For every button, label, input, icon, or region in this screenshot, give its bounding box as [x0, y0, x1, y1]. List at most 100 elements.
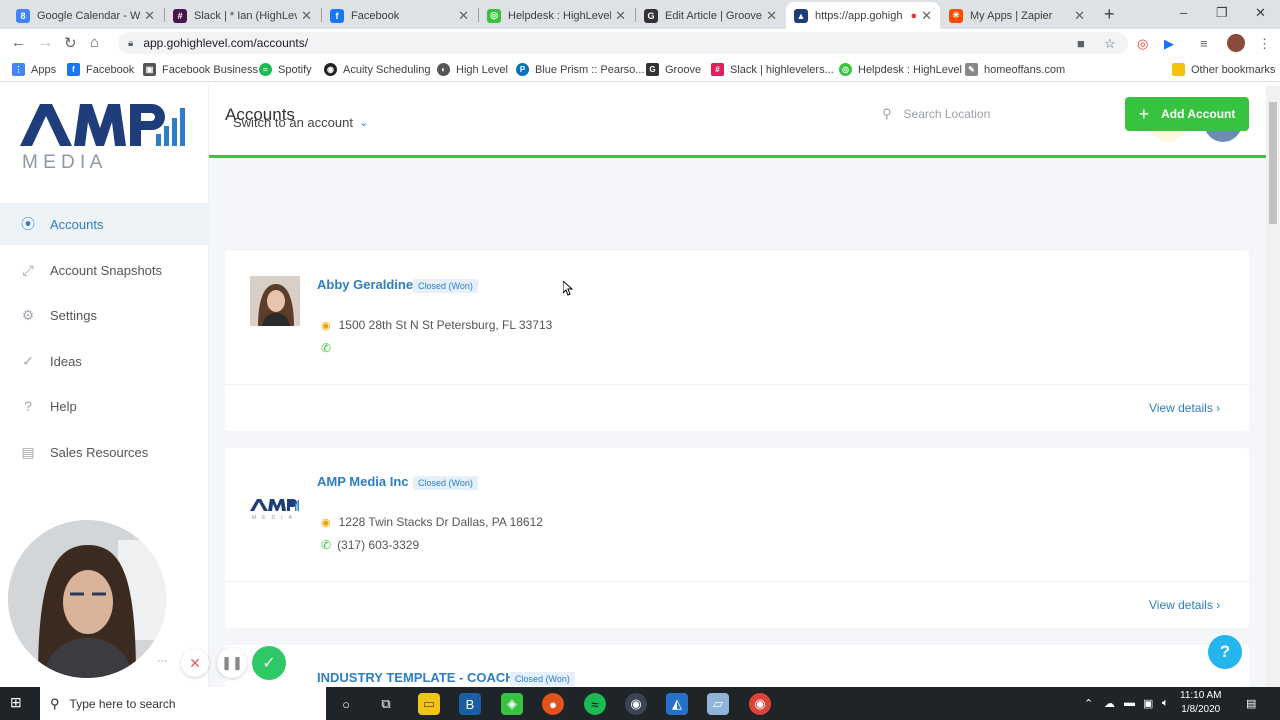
bookmark-slack[interactable]: # Slack | highlevelers... — [711, 63, 834, 76]
bookmark-label: Helpdesk : HighLevel — [858, 63, 962, 76]
system-clock[interactable]: 11:10 AM 1/8/2020 — [1180, 689, 1222, 717]
card-divider — [225, 581, 1249, 582]
more-options-icon[interactable]: ⋯ — [153, 652, 171, 670]
sidebar-item-ideas[interactable]: ✓ Ideas — [0, 340, 209, 382]
maximize-icon[interactable]: ❐ — [1216, 5, 1228, 21]
app-orange-icon[interactable]: ● — [542, 693, 564, 715]
sidebar-item-help[interactable]: ? Help — [0, 385, 209, 427]
tab-helpdesk[interactable]: ◎ Helpdesk : HighLevel ✕ — [479, 2, 634, 29]
new-tab-button[interactable]: + — [1104, 4, 1115, 25]
account-name[interactable]: Abby Geraldine — [317, 277, 413, 292]
helpdesk-icon: ◎ — [839, 63, 852, 76]
amp-media-logo[interactable]: M E D I A — [20, 104, 190, 174]
close-icon[interactable]: ✕ — [301, 8, 312, 24]
app-b-icon[interactable]: B — [459, 693, 481, 715]
account-photo[interactable] — [250, 276, 300, 326]
sidebar-item-accounts[interactable]: ⦿ Accounts — [0, 203, 209, 245]
sidebar-item-label: Account Snapshots — [50, 262, 163, 278]
address-text: 1228 Twin Stacks Dr Dallas, PA 18612 — [338, 515, 543, 529]
windows-start-icon[interactable]: ⊞ — [10, 694, 22, 711]
app-blue-icon[interactable]: ◭ — [666, 693, 688, 715]
forward-arrow-icon[interactable]: → — [38, 34, 53, 51]
extension-icon[interactable]: ◎ — [1137, 36, 1148, 52]
play-extension-icon[interactable]: ▶ — [1164, 36, 1174, 52]
bookmark-helpdesk[interactable]: ◎ Helpdesk : HighLevel — [839, 63, 962, 76]
cloud-icon[interactable]: ☁ — [1104, 697, 1115, 710]
bookmark-blue-prism[interactable]: P Blue Prism :: Pearso... — [516, 63, 644, 76]
task-view-icon[interactable]: ⧉ — [375, 693, 397, 715]
top-header: Switch to an account ⌄ ☰ AM — [209, 86, 1280, 158]
star-icon[interactable]: ☆ — [1104, 36, 1116, 52]
bookmark-spotify[interactable]: ≈ Spotify — [259, 63, 312, 76]
notification-center-icon[interactable]: ▤ — [1246, 697, 1256, 710]
taskbar-search-placeholder: Type here to search — [69, 696, 176, 711]
close-icon[interactable]: ✕ — [1074, 8, 1085, 24]
shield-icon[interactable]: ◈ — [501, 693, 523, 715]
network-icon[interactable]: ▣ — [1143, 697, 1153, 710]
back-arrow-icon[interactable]: ← — [11, 34, 26, 51]
gear-icon: ⚙ — [21, 306, 35, 323]
file-explorer-icon[interactable]: ▭ — [418, 693, 440, 715]
account-address: ◉ 1500 28th St N St Petersburg, FL 33713 — [321, 318, 552, 332]
account-name[interactable]: INDUSTRY TEMPLATE - COACH — [317, 670, 515, 685]
view-details-link[interactable]: View details › — [1149, 401, 1220, 415]
bookmark-acuity[interactable]: ◉ Acuity Scheduling — [324, 63, 430, 76]
tab-gohighlevel-active[interactable]: ▲ https://app.gohigh ● ✕ — [786, 2, 940, 29]
acuity-icon: ◉ — [324, 63, 337, 76]
page-scrollbar[interactable] — [1266, 86, 1280, 687]
close-icon[interactable]: ✕ — [766, 8, 777, 24]
cortana-icon[interactable]: ○ — [335, 693, 357, 715]
pause-recording-button[interactable]: ❚❚ — [217, 648, 247, 678]
taskbar-search[interactable]: ⚲ Type here to search — [40, 687, 326, 720]
tab-slack[interactable]: # Slack | * Ian (HighLevel ✕ — [165, 2, 320, 29]
chrome-alt-icon[interactable]: ◉ — [749, 693, 771, 715]
scrollbar-thumb[interactable] — [1269, 102, 1277, 224]
tab-google-calendar[interactable]: 8 Google Calendar - We ✕ — [8, 2, 163, 29]
tray-chevron-icon[interactable]: ⌃ — [1084, 697, 1093, 710]
media-icon[interactable]: ≡ — [1200, 36, 1208, 51]
volume-icon[interactable]: 🔈︎ — [1162, 697, 1169, 710]
phone-text[interactable]: (317) 603-3329 — [337, 538, 419, 552]
finish-recording-button[interactable]: ✓ — [252, 646, 286, 680]
bookmark-homeoffans[interactable]: ✎ homeoffans.com — [965, 63, 1065, 76]
help-chat-button[interactable]: ? — [1208, 635, 1242, 669]
close-icon[interactable]: ✕ — [458, 8, 469, 24]
bookmark-other[interactable]: Other bookmarks — [1172, 63, 1275, 76]
close-icon[interactable]: ✕ — [144, 8, 155, 24]
minimize-icon[interactable]: – — [1180, 5, 1187, 20]
bookmark-facebook[interactable]: f Facebook — [67, 63, 134, 76]
view-details-link[interactable]: View details › — [1149, 598, 1220, 612]
home-icon[interactable]: ⌂ — [90, 34, 99, 51]
tab-groove[interactable]: G Edit Article | Groove ✕ — [636, 2, 785, 29]
clock-date: 1/8/2020 — [1181, 704, 1221, 715]
cancel-recording-button[interactable]: ✕ — [181, 649, 209, 677]
webcam-bubble[interactable] — [8, 520, 166, 678]
webcam-feed — [8, 520, 166, 678]
spotify-icon[interactable]: ≈ — [584, 693, 606, 715]
account-photo[interactable]: MEDIA — [250, 473, 300, 523]
battery-icon[interactable]: ▬ — [1124, 697, 1135, 709]
tab-facebook[interactable]: f Facebook ✕ — [322, 2, 477, 29]
window-close-icon[interactable]: ✕ — [1255, 5, 1266, 21]
notepad-icon[interactable]: ▱ — [707, 693, 729, 715]
url-field[interactable]: 🔒︎ app.gohighlevel.com/accounts/ — [118, 32, 1128, 54]
bookmark-groove[interactable]: G Groove — [646, 63, 701, 76]
sidebar-item-settings[interactable]: ⚙ Settings — [0, 294, 209, 336]
add-account-button[interactable]: + Add Account — [1125, 97, 1249, 131]
bookmark-high-level[interactable]: ◐ High Level — [437, 63, 508, 76]
profile-avatar[interactable] — [1227, 34, 1245, 52]
close-icon[interactable]: ✕ — [921, 8, 932, 24]
sidebar-item-sales-resources[interactable]: ▤ Sales Resources — [0, 431, 209, 473]
chrome-icon[interactable]: ◉ — [625, 693, 647, 715]
account-name[interactable]: AMP Media Inc — [317, 474, 409, 489]
tab-zapier[interactable]: ✳ My Apps | Zapier ✕ — [941, 2, 1093, 29]
sidebar-item-account-snapshots[interactable]: ⤢ Account Snapshots — [0, 249, 209, 291]
bookmark-apps[interactable]: ⋮ Apps — [12, 63, 56, 76]
reload-icon[interactable]: ↻ — [64, 34, 77, 52]
search-input[interactable] — [903, 107, 1104, 121]
menu-kebab-icon[interactable]: ⋮ — [1258, 36, 1271, 52]
search-location[interactable]: ⚲ — [868, 97, 1116, 131]
close-icon[interactable]: ✕ — [615, 8, 626, 24]
bookmark-facebook-business[interactable]: ▣ Facebook Business — [143, 63, 258, 76]
camera-icon[interactable]: ■ — [1077, 36, 1085, 51]
